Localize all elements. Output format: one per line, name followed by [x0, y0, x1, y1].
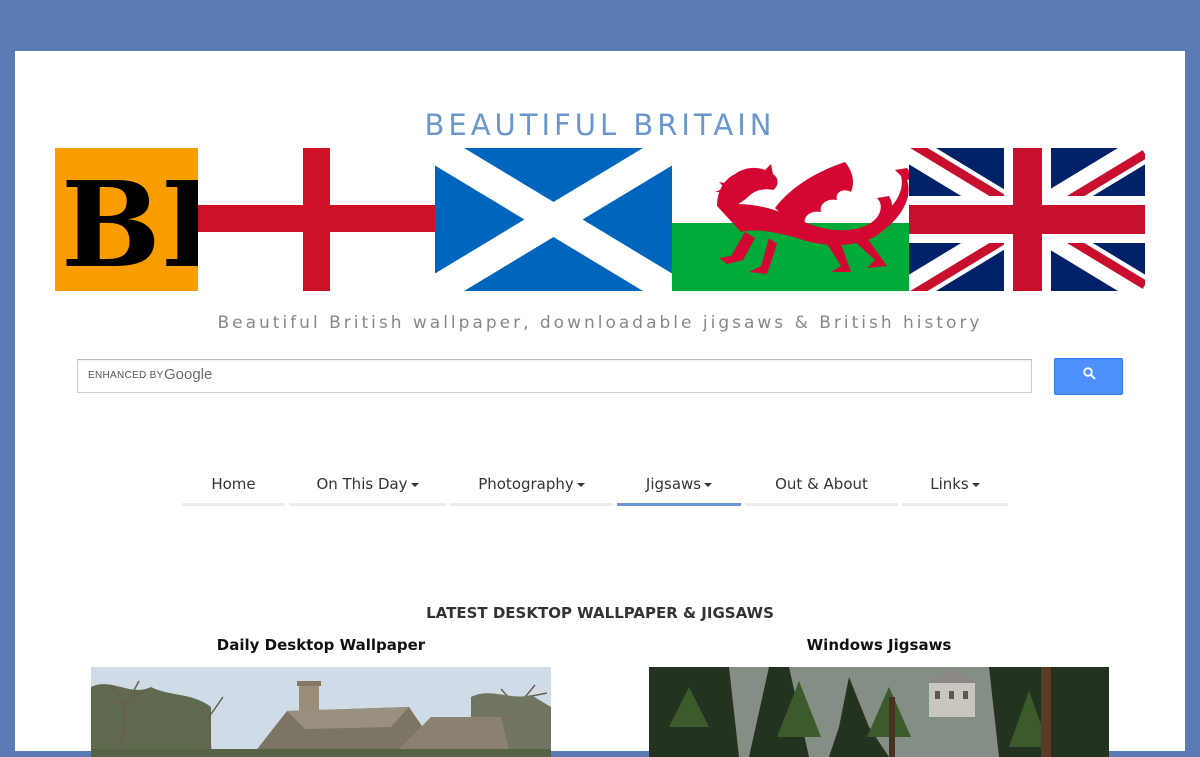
nav-out-about[interactable]: Out & About — [745, 471, 898, 506]
page-container: BEAUTIFUL BRITAIN BB Beautiful British w… — [15, 51, 1185, 757]
nav-photography-label: Photography — [478, 475, 574, 493]
search-input[interactable] — [228, 362, 1022, 390]
site-title[interactable]: BEAUTIFUL BRITAIN — [15, 107, 1185, 143]
nav-jigsaws-label: Jigsaws — [645, 475, 702, 493]
england-flag — [198, 148, 435, 291]
search-box[interactable]: ENHANCED BY Google — [77, 359, 1032, 393]
nav-links-label: Links — [930, 475, 969, 493]
nav-jigsaws[interactable]: Jigsaws — [617, 471, 741, 506]
caret-down-icon — [576, 483, 585, 487]
enhanced-by-label: ENHANCED BY — [88, 370, 164, 381]
scotland-flag — [435, 148, 672, 291]
nav-home-label: Home — [211, 475, 256, 493]
search-button[interactable] — [1054, 358, 1123, 395]
wales-flag — [672, 148, 915, 291]
nav-links[interactable]: Links — [902, 471, 1008, 506]
nav-out-about-label: Out & About — [775, 475, 868, 493]
daily-wallpaper-heading[interactable]: Daily Desktop Wallpaper — [91, 636, 551, 654]
flags-banner[interactable]: BB — [55, 148, 1145, 294]
caret-down-icon — [704, 483, 713, 487]
jigsaw-thumbnail[interactable] — [649, 667, 1109, 757]
nav-home[interactable]: Home — [182, 471, 285, 506]
wallpaper-thumbnail[interactable] — [91, 667, 551, 757]
caret-down-icon — [410, 483, 419, 487]
nav-on-this-day-label: On This Day — [316, 475, 408, 493]
union-jack-flag — [909, 148, 1145, 291]
search-icon — [1083, 367, 1096, 380]
nav-on-this-day[interactable]: On This Day — [289, 471, 446, 506]
windows-jigsaws-heading[interactable]: Windows Jigsaws — [649, 636, 1109, 654]
nav-photography[interactable]: Photography — [450, 471, 613, 506]
section-heading: LATEST DESKTOP WALLPAPER & JIGSAWS — [426, 604, 774, 622]
caret-down-icon — [971, 483, 980, 487]
google-logo: Google — [164, 366, 213, 383]
site-tagline: Beautiful British wallpaper, downloadabl… — [217, 313, 983, 333]
